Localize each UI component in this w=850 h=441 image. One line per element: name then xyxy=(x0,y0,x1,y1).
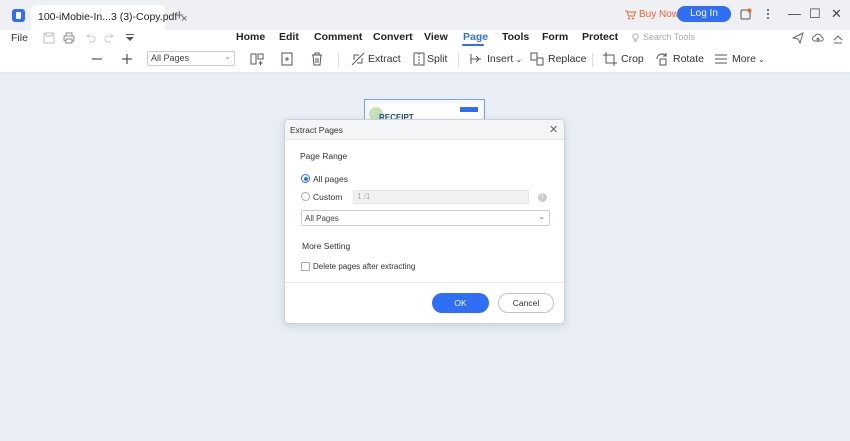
page-range-value: All Pages xyxy=(151,53,190,63)
crop-button[interactable]: Crop xyxy=(621,53,644,65)
range-subset-select[interactable]: All Pages ⌄ xyxy=(301,210,550,226)
toolbar-divider xyxy=(458,53,459,67)
active-menu-indicator xyxy=(462,44,484,46)
page-range-title: Page Range xyxy=(300,151,348,161)
dialog-title: Extract Pages xyxy=(290,125,343,135)
menu-protect[interactable]: Protect xyxy=(582,31,618,43)
insert-icon[interactable] xyxy=(469,52,483,66)
menu-view[interactable]: View xyxy=(424,31,448,43)
insert-page-icon[interactable] xyxy=(280,52,294,66)
delete-after-checkbox[interactable] xyxy=(301,262,310,271)
menu-comment[interactable]: Comment xyxy=(314,31,362,43)
more-vertical-icon[interactable] xyxy=(762,8,774,20)
app-logo-icon xyxy=(12,9,25,22)
extract-icon[interactable] xyxy=(351,52,365,66)
menu-home[interactable]: Home xyxy=(236,31,265,43)
insert-label: Insert xyxy=(487,53,514,65)
buy-now-label: Buy Now xyxy=(639,9,680,20)
dialog-divider xyxy=(285,282,564,283)
extract-button[interactable]: Extract xyxy=(368,53,401,65)
menu-tools[interactable]: Tools xyxy=(502,31,529,43)
custom-range-input[interactable]: 1 /1 xyxy=(353,190,529,204)
cart-icon xyxy=(625,10,637,20)
chevron-down-icon: ⌄ xyxy=(755,55,765,64)
redo-icon[interactable] xyxy=(104,32,116,44)
minimize-button[interactable]: — xyxy=(788,6,801,21)
extract-pages-dialog: Extract Pages ✕ Page Range All pages Cus… xyxy=(284,119,565,324)
split-icon[interactable] xyxy=(412,52,426,66)
menu-edit[interactable]: Edit xyxy=(279,31,299,43)
custom-label[interactable]: Custom xyxy=(313,192,342,202)
search-icon xyxy=(632,32,639,42)
tab-title: 100-iMobie-In...3 (3)-Copy.pdf xyxy=(38,11,178,23)
buy-now-link[interactable]: Buy Now xyxy=(625,9,679,20)
share-icon[interactable] xyxy=(791,32,804,45)
notification-icon[interactable] xyxy=(740,8,752,20)
chevron-down-icon: ⌄ xyxy=(224,52,231,61)
insert-button[interactable]: Insert ⌄ xyxy=(487,53,522,65)
cloud-upload-icon[interactable] xyxy=(812,32,824,44)
custom-radio[interactable] xyxy=(301,192,310,201)
dialog-close-icon[interactable]: ✕ xyxy=(549,123,558,136)
maximize-button[interactable]: ☐ xyxy=(809,6,821,22)
collapse-ribbon-icon[interactable] xyxy=(832,32,844,44)
delete-page-icon[interactable] xyxy=(310,52,324,66)
login-button[interactable]: Log In xyxy=(677,6,731,22)
range-subset-value: All Pages xyxy=(305,214,339,223)
title-bar: 100-iMobie-In...3 (3)-Copy.pdf × + Buy N… xyxy=(0,0,850,30)
menu-convert[interactable]: Convert xyxy=(373,31,413,43)
chevron-down-icon: ⌄ xyxy=(538,212,545,221)
print-icon[interactable] xyxy=(63,32,75,44)
rotate-icon[interactable] xyxy=(655,52,669,66)
file-menu[interactable]: File xyxy=(11,32,28,44)
page-range-select[interactable]: All Pages ⌄ xyxy=(147,51,235,66)
search-tools-placeholder: Search Tools xyxy=(643,32,695,42)
info-icon[interactable]: ! xyxy=(538,193,547,202)
save-icon[interactable] xyxy=(43,32,55,44)
page-layout-icon[interactable] xyxy=(250,52,264,66)
menu-page[interactable]: Page xyxy=(463,31,488,43)
more-menu-icon[interactable] xyxy=(714,52,728,66)
menu-form[interactable]: Form xyxy=(542,31,568,43)
toolbar-divider xyxy=(338,53,339,67)
zoom-in-icon[interactable] xyxy=(120,52,134,66)
split-button[interactable]: Split xyxy=(427,53,447,65)
custom-range-placeholder: 1 /1 xyxy=(357,192,371,201)
zoom-out-icon[interactable] xyxy=(90,52,104,66)
cancel-button[interactable]: Cancel xyxy=(498,293,554,313)
replace-icon[interactable] xyxy=(530,52,544,66)
more-button[interactable]: More ⌄ xyxy=(732,53,765,65)
all-pages-label[interactable]: All pages xyxy=(313,174,348,184)
rotate-button[interactable]: Rotate xyxy=(673,53,704,65)
page-tag xyxy=(460,107,478,112)
dialog-header: Extract Pages ✕ xyxy=(285,120,564,140)
quick-access-dropdown-icon[interactable] xyxy=(124,32,136,44)
replace-button[interactable]: Replace xyxy=(548,53,587,65)
menu-bar: File Home Edit Comment Convert View Page… xyxy=(0,30,850,47)
new-tab-icon[interactable]: + xyxy=(175,7,184,24)
close-window-button[interactable]: ✕ xyxy=(831,6,842,22)
all-pages-radio[interactable] xyxy=(301,174,310,183)
undo-icon[interactable] xyxy=(84,32,96,44)
page-toolbar: All Pages ⌄ Extract Split Insert ⌄ Repla… xyxy=(0,47,850,73)
document-tab[interactable]: 100-iMobie-In...3 (3)-Copy.pdf × xyxy=(31,5,187,30)
ok-button[interactable]: OK xyxy=(432,293,489,313)
crop-icon[interactable] xyxy=(603,52,617,66)
chevron-down-icon: ⌄ xyxy=(513,55,523,64)
delete-after-label[interactable]: Delete pages after extracting xyxy=(313,262,415,271)
more-setting-title: More Setting xyxy=(302,241,351,251)
toolbar-divider xyxy=(592,53,593,67)
search-tools-input[interactable]: Search Tools xyxy=(631,32,695,42)
more-label: More xyxy=(732,53,756,65)
